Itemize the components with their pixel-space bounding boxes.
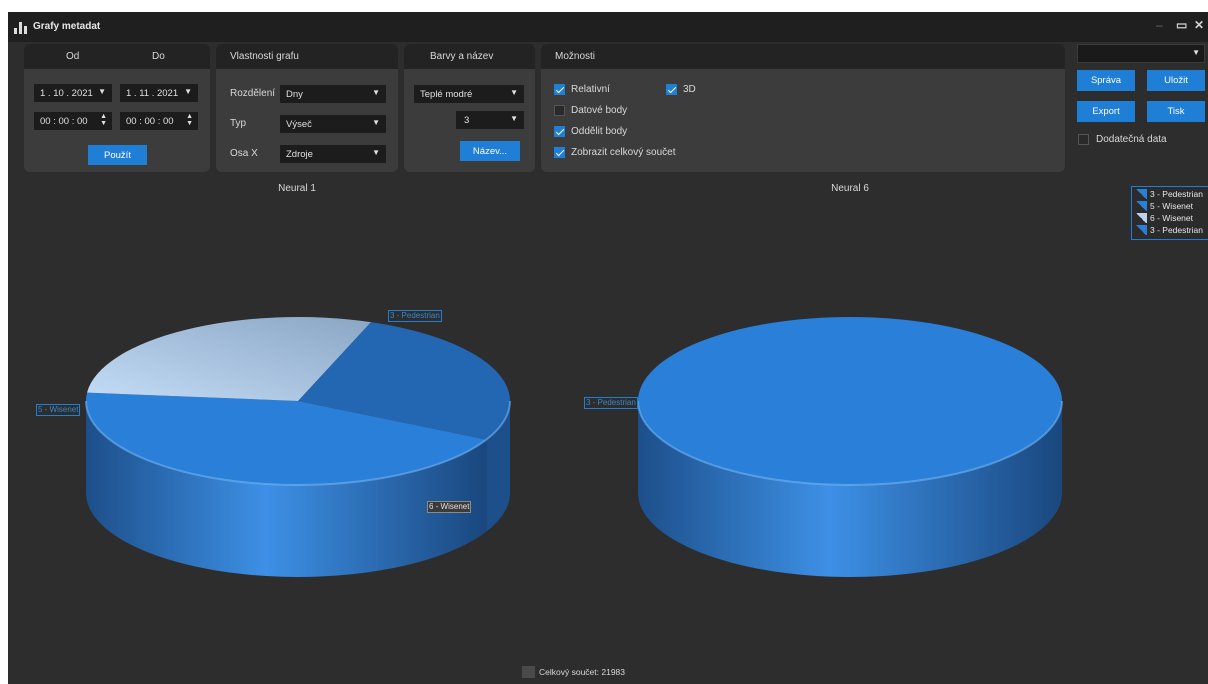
- pie-chart-neural-6: [637, 317, 1063, 577]
- chart-legend: 3 - Pedestrian 5 - Wisenet 6 - Wisenet 3…: [1131, 186, 1208, 240]
- pie-slice: [638, 317, 1062, 485]
- legend-swatch: [1135, 225, 1147, 235]
- app-window: Grafy metadat – ▭ ✕ Od Do 1 . 10 . 2021 …: [8, 12, 1208, 684]
- legend-item: 5 - Wisenet: [1135, 200, 1208, 212]
- legend-item: 3 - Pedestrian: [1135, 224, 1208, 236]
- legend-swatch: [1135, 201, 1147, 211]
- pie-label-wisenet-5: 5 - Wisenet: [36, 404, 81, 416]
- pie-charts-area: [85, 317, 1063, 577]
- pie-chart-neural-1: [85, 317, 511, 577]
- pie-label-wisenet-6: 6 - Wisenet: [427, 501, 472, 513]
- legend-item: 6 - Wisenet: [1135, 212, 1208, 224]
- total-label: Celkový součet: 21983: [539, 667, 625, 677]
- pie-label-pedestrian: 3 - Pedestrian: [388, 310, 442, 322]
- legend-item: 3 - Pedestrian: [1135, 188, 1208, 200]
- pie-label-pedestrian-2: 3 - Pedestrian: [584, 397, 638, 409]
- legend-swatch: [1135, 213, 1147, 223]
- total-swatch: [522, 666, 535, 678]
- legend-swatch: [1135, 189, 1147, 199]
